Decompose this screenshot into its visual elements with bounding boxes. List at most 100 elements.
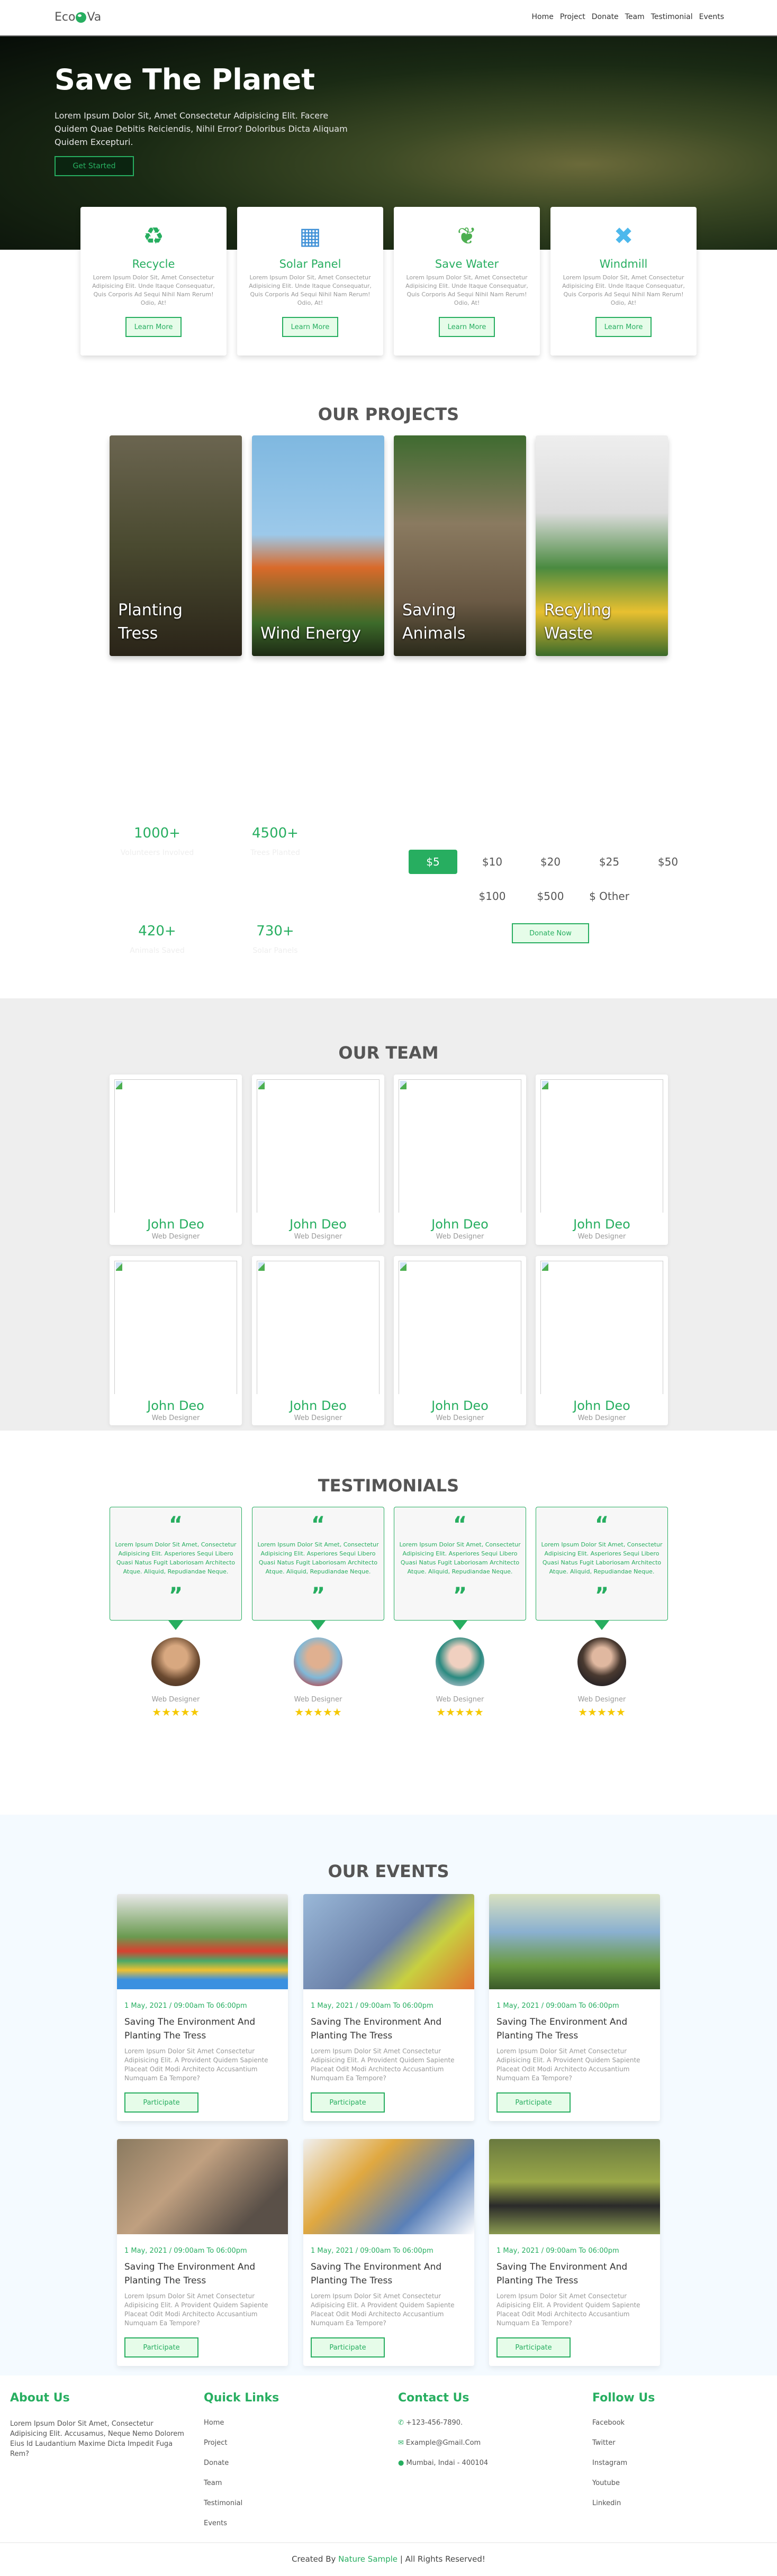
testimonials-title: TESTIMONIALS (318, 1476, 459, 1496)
participate-button[interactable]: Participate (311, 2337, 385, 2357)
event-date: 1 May, 2021 / 09:00am To 06:00pm (496, 2247, 619, 2255)
contact-email[interactable]: ✉ Example@Gmail.Com (398, 2439, 481, 2447)
footer-link-testimonial[interactable]: Testimonial (204, 2499, 242, 2507)
learn-more-button[interactable]: Learn More (595, 317, 652, 337)
donate-now-button[interactable]: Donate Now (512, 923, 589, 943)
footer-link-donate[interactable]: Donate (204, 2459, 229, 2467)
team-member-name: John Deo (573, 1217, 630, 1232)
nav-link-donate[interactable]: Donate (592, 13, 619, 21)
event-title: Saving The Environment And Planting The … (496, 2017, 628, 2041)
social-link-instagram[interactable]: Instagram (592, 2459, 627, 2467)
copyright-suffix: | All Rights Reserved! (400, 2554, 485, 2564)
project-card[interactable]: Planting Tress (110, 435, 242, 656)
social-link-facebook[interactable]: Facebook (592, 2419, 625, 2427)
copyright-brand-link[interactable]: Nature Sample (338, 2554, 397, 2564)
team-member-name: John Deo (290, 1398, 347, 1413)
team-member-photo (114, 1079, 237, 1213)
avatar (436, 1637, 484, 1686)
event-title: Saving The Environment And Planting The … (124, 2262, 256, 2286)
footer-follow-title: Follow Us (592, 2391, 655, 2405)
learn-more-button[interactable]: Learn More (282, 317, 338, 337)
avatar (294, 1637, 342, 1686)
event-image (489, 1894, 660, 1989)
event-card: 1 May, 2021 / 09:00am To 06:00pm Saving T… (117, 2139, 288, 2366)
project-card[interactable]: Saving Animals (394, 435, 526, 656)
avatar (151, 1637, 200, 1686)
event-image (117, 2139, 288, 2234)
testimonial-card: “ Lorem Ipsum Dolor Sit Amet, Consectetur… (536, 1507, 668, 1621)
donate-amount-option[interactable]: $10 (468, 850, 517, 874)
feature-title: Recycle (132, 258, 175, 270)
team-member-card: John Deo Web Designer (252, 1256, 384, 1425)
donate-amount-option[interactable]: $20 (526, 850, 575, 874)
get-started-button[interactable]: Get Started (55, 156, 134, 176)
map-marker-icon: ● (398, 2459, 404, 2467)
phone-text: +123-456-7890. (406, 2419, 463, 2427)
stat-label: Trees Planted (250, 849, 300, 857)
quote-open-icon: “ (453, 1513, 467, 1537)
social-link-linkedin[interactable]: Linkedin (592, 2499, 621, 2507)
donate-amount-option[interactable]: $500 (526, 884, 575, 908)
team-member-role: Web Designer (436, 1233, 484, 1241)
solar-panel-icon: ▦ (299, 223, 321, 250)
participate-button[interactable]: Participate (124, 2337, 198, 2357)
nav-link-team[interactable]: Team (625, 13, 645, 21)
logo[interactable]: Eco Va (55, 11, 101, 24)
speech-pointer (168, 1621, 183, 1630)
learn-more-button[interactable]: Learn More (125, 317, 182, 337)
donate-amount-option[interactable]: $50 (644, 850, 692, 874)
project-card[interactable]: Recyling Waste (536, 435, 668, 656)
stat-value: 1000+ (134, 825, 180, 841)
event-image (489, 2139, 660, 2234)
nav-link-events[interactable]: Events (699, 13, 724, 21)
event-body: 1 May, 2021 / 09:00am To 06:00pm Saving T… (489, 2002, 660, 2121)
nav-link-project[interactable]: Project (560, 13, 585, 21)
copyright: Created By Nature Sample | All Rights Re… (0, 2554, 777, 2564)
participate-button[interactable]: Participate (496, 2092, 571, 2113)
nav-link-home[interactable]: Home (532, 13, 554, 21)
testimonial-text: Lorem Ipsum Dolor Sit Amet, Consectetur … (399, 1541, 521, 1575)
team-member-photo (399, 1261, 521, 1394)
speech-pointer (453, 1621, 467, 1630)
project-card[interactable]: Wind Energy (252, 435, 384, 656)
team-member-role: Web Designer (577, 1233, 626, 1241)
project-label: Saving Animals (402, 601, 466, 643)
team-title: OUR TEAM (338, 1043, 439, 1063)
footer-link-team[interactable]: Team (204, 2479, 222, 2487)
event-image (303, 2139, 474, 2234)
learn-more-button[interactable]: Learn More (439, 317, 495, 337)
hero-title: Save The Planet (55, 63, 315, 96)
contact-phone[interactable]: ✆ +123-456-7890. (398, 2419, 463, 2427)
nav-link-testimonial[interactable]: Testimonial (651, 13, 693, 21)
footer-divider (0, 2542, 777, 2543)
social-link-youtube[interactable]: Youtube (592, 2479, 620, 2487)
testimonial-card: “ Lorem Ipsum Dolor Sit Amet, Consectetur… (252, 1507, 384, 1621)
footer-link-home[interactable]: Home (204, 2419, 224, 2427)
quote-close-icon: ” (453, 1583, 467, 1608)
donate-amount-option[interactable]: $100 (468, 884, 517, 908)
event-title: Saving The Environment And Planting The … (496, 2262, 628, 2286)
event-body: 1 May, 2021 / 09:00am To 06:00pm Saving T… (117, 2002, 288, 2121)
project-label: Wind Energy (260, 624, 361, 643)
donate-amount-option[interactable]: $25 (585, 850, 634, 874)
speech-pointer (594, 1621, 609, 1630)
event-body: 1 May, 2021 / 09:00am To 06:00pm Saving T… (303, 2247, 474, 2366)
footer-link-events[interactable]: Events (204, 2519, 227, 2527)
participate-button[interactable]: Participate (496, 2337, 571, 2357)
footer-link-project[interactable]: Project (204, 2439, 227, 2447)
stat-label: Animals Saved (130, 946, 185, 955)
donate-amount-option[interactable]: $ Other (585, 884, 634, 908)
event-text: Lorem Ipsum Dolor Sit Amet Consectetur A… (311, 2292, 455, 2327)
donate-amount-option[interactable]: $5 (409, 850, 457, 874)
event-image (303, 1894, 474, 1989)
social-link-twitter[interactable]: Twitter (592, 2439, 616, 2447)
quote-open-icon: “ (168, 1513, 183, 1537)
feature-text: Lorem Ipsum Dolor Sit, Amet Consectetur … (562, 274, 685, 306)
event-body: 1 May, 2021 / 09:00am To 06:00pm Saving T… (489, 2247, 660, 2366)
main-nav: Home Project Donate Team Testimonial Events (532, 13, 724, 21)
feature-text: Lorem Ipsum Dolor Sit, Amet Consectetur … (92, 274, 215, 306)
participate-button[interactable]: Participate (124, 2092, 198, 2113)
participate-button[interactable]: Participate (311, 2092, 385, 2113)
star-rating: ★★★★★ (436, 1706, 484, 1718)
feature-card: ▦ Solar Panel Lorem Ipsum Dolor Sit, Amet … (237, 207, 383, 356)
